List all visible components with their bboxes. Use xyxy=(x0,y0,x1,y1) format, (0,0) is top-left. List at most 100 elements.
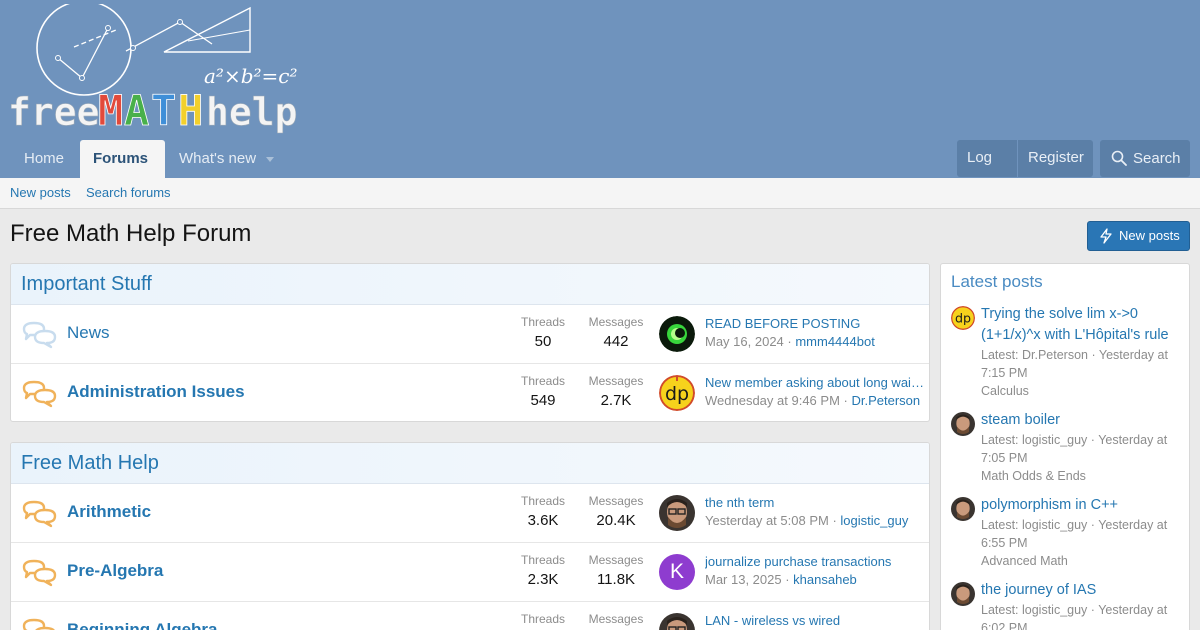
avatar[interactable] xyxy=(951,497,975,521)
chat-bubbles-icon xyxy=(22,380,57,408)
threads-label: Threads xyxy=(520,494,566,508)
latest-post-meta: Latest: logistic_guy · Yesterday at 7:05… xyxy=(981,433,1168,465)
messages-label: Messages xyxy=(588,494,644,508)
last-post-meta: Yesterday at 5:08 PM · logistic_guy xyxy=(705,513,909,528)
threads-label: Threads xyxy=(520,612,566,626)
messages-stat: Messages xyxy=(581,612,651,626)
avatar[interactable]: K xyxy=(659,554,695,590)
new-posts-button-label: New posts xyxy=(1119,228,1180,243)
login-button[interactable]: Log in xyxy=(957,140,1017,201)
bolt-icon xyxy=(1100,228,1112,244)
messages-label: Messages xyxy=(588,315,644,329)
category-title[interactable]: Free Math Help xyxy=(11,443,929,484)
category-title[interactable]: Important Stuff xyxy=(11,264,929,305)
avatar[interactable] xyxy=(659,316,695,352)
last-post-date: Yesterday at 5:08 PM xyxy=(705,513,829,528)
site-header: a²×b²=c² free M A T H help Home Forums W… xyxy=(0,0,1200,201)
messages-count: 11.8K xyxy=(596,571,636,588)
last-post-title[interactable]: journalize purchase transactions xyxy=(705,554,925,569)
category-important-stuff: Important Stuff News Threads 50 Messages… xyxy=(10,263,930,422)
avatar[interactable] xyxy=(659,613,695,630)
latest-post-title[interactable]: the journey of IAS xyxy=(981,580,1183,601)
last-post-title[interactable]: READ BEFORE POSTING xyxy=(705,316,925,331)
messages-label: Messages xyxy=(588,612,644,626)
svg-text:T: T xyxy=(151,86,176,135)
messages-count: 442 xyxy=(603,333,629,350)
avatar[interactable]: dp xyxy=(951,306,975,330)
category-free-math-help: Free Math Help Arithmetic Threads 3.6K M… xyxy=(10,442,930,630)
forum-node-news: News Threads 50 Messages 442 READ BEFORE… xyxy=(11,305,929,364)
latest-posts-title[interactable]: Latest posts xyxy=(941,264,1189,300)
page-title: Free Math Help Forum xyxy=(10,220,252,247)
forum-title[interactable]: News xyxy=(67,323,110,343)
logo-formula: a²×b²=c² xyxy=(204,64,298,88)
last-post-meta: May 16, 2024 · mmm4444bot xyxy=(705,334,875,349)
avatar[interactable] xyxy=(951,582,975,606)
latest-post-title[interactable]: Trying the solve lim x->0 (1+1/x)^x with… xyxy=(981,304,1183,346)
last-post-user[interactable]: Dr.Peterson xyxy=(851,393,920,408)
messages-label: Messages xyxy=(588,553,644,567)
forum-node-arithmetic: Arithmetic Threads 3.6K Messages 20.4K t… xyxy=(11,484,929,543)
last-post-meta: Wednesday at 9:46 PM · Dr.Peterson xyxy=(705,393,921,408)
last-post-user[interactable]: logistic_guy xyxy=(840,513,908,528)
last-post-meta: Mar 13, 2025 · khansaheb xyxy=(705,572,857,587)
messages-stat: Messages 2.7K xyxy=(581,374,651,409)
new-posts-button[interactable]: New posts xyxy=(1087,221,1190,251)
search-button[interactable]: Search xyxy=(1100,140,1190,177)
last-post-title[interactable]: LAN - wireless vs wired xyxy=(705,613,925,628)
svg-text:dp: dp xyxy=(955,311,971,326)
latest-post-forum[interactable]: Math Odds & Ends xyxy=(981,467,1183,485)
register-button[interactable]: Register xyxy=(1018,140,1093,177)
threads-stat: Threads 50 xyxy=(508,315,578,350)
nav-tab-whats-new[interactable]: What's new xyxy=(166,140,287,178)
threads-count: 2.3K xyxy=(527,571,559,588)
logo-text-help: help xyxy=(206,90,298,134)
chat-bubbles-icon xyxy=(22,559,57,587)
last-post-date: Mar 13, 2025 xyxy=(705,572,782,587)
messages-stat: Messages 442 xyxy=(581,315,651,350)
subnav-search-forums[interactable]: Search forums xyxy=(86,185,171,200)
chevron-down-icon[interactable] xyxy=(266,156,275,162)
last-post-date: May 16, 2024 xyxy=(705,334,784,349)
svg-text:H: H xyxy=(178,86,203,135)
chat-bubbles-icon xyxy=(22,321,57,349)
latest-post-forum[interactable]: Calculus xyxy=(981,382,1183,400)
latest-post-item: dp Trying the solve lim x->0 (1+1/x)^x w… xyxy=(951,304,1183,400)
svg-text:dp: dp xyxy=(665,383,689,405)
chat-bubbles-icon xyxy=(22,618,55,630)
messages-label: Messages xyxy=(588,374,644,388)
nav-tab-forums[interactable]: Forums xyxy=(80,140,165,178)
forum-node-pre-algebra: Pre-Algebra Threads 2.3K Messages 11.8K … xyxy=(11,543,929,602)
last-post-title[interactable]: the nth term xyxy=(705,495,925,510)
latest-posts-widget: Latest posts dp Trying the solve lim x->… xyxy=(940,263,1190,630)
svg-text:M: M xyxy=(98,86,123,135)
threads-stat: Threads 2.3K xyxy=(508,553,578,588)
avatar[interactable] xyxy=(659,495,695,531)
search-button-label: Search xyxy=(1133,150,1181,167)
latest-post-title[interactable]: polymorphism in C++ xyxy=(981,495,1183,516)
site-logo[interactable]: a²×b²=c² free M A T H help xyxy=(6,4,356,136)
chat-bubbles-icon xyxy=(22,500,57,528)
last-post-title[interactable]: New member asking about long wait... xyxy=(705,375,925,390)
forum-title[interactable]: Administration Issues xyxy=(67,382,245,402)
latest-post-item: polymorphism in C++ Latest: logistic_guy… xyxy=(951,495,1183,570)
sub-nav: New posts Search forums xyxy=(0,178,1200,209)
threads-stat: Threads xyxy=(508,612,578,626)
messages-stat: Messages 20.4K xyxy=(581,494,651,529)
svg-text:A: A xyxy=(124,86,149,135)
latest-post-title[interactable]: steam boiler xyxy=(981,410,1183,431)
logo-text-free: free xyxy=(8,90,100,134)
messages-stat: Messages 11.8K xyxy=(581,553,651,588)
nav-tab-home[interactable]: Home xyxy=(11,140,77,178)
forum-title[interactable]: Pre-Algebra xyxy=(67,561,163,581)
last-post-date: Wednesday at 9:46 PM xyxy=(705,393,840,408)
subnav-new-posts[interactable]: New posts xyxy=(10,185,71,200)
avatar[interactable]: dp xyxy=(659,375,695,411)
forum-title[interactable]: Beginning Algebra xyxy=(67,620,218,630)
avatar[interactable] xyxy=(951,412,975,436)
latest-post-meta: Latest: Dr.Peterson · Yesterday at 7:15 … xyxy=(981,348,1168,380)
forum-title[interactable]: Arithmetic xyxy=(67,502,151,522)
last-post-user[interactable]: mmm4444bot xyxy=(795,334,874,349)
last-post-user[interactable]: khansaheb xyxy=(793,572,857,587)
latest-post-forum[interactable]: Advanced Math xyxy=(981,552,1183,570)
